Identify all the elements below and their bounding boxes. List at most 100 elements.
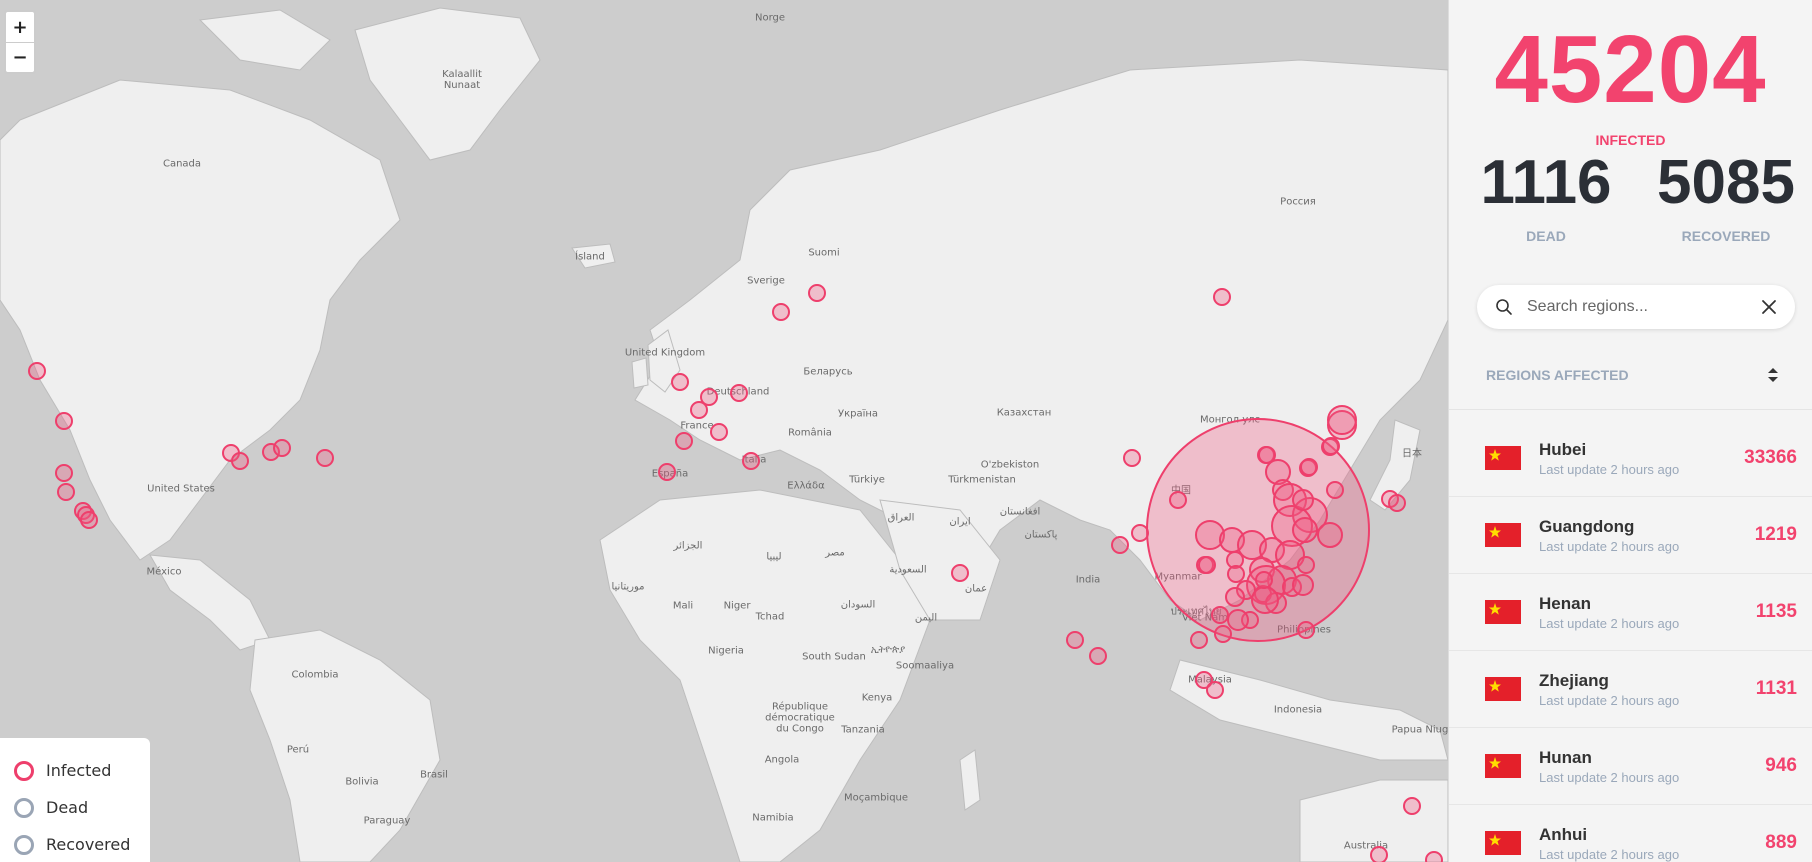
infection-marker[interactable] <box>808 284 826 302</box>
legend-item-infected[interactable]: Infected <box>14 752 136 789</box>
infection-marker[interactable] <box>231 452 249 470</box>
infection-marker[interactable] <box>273 439 291 457</box>
infection-marker[interactable] <box>1297 621 1315 639</box>
map-label-turkiye: Türkiye <box>849 474 885 486</box>
map-label-saudi: السعودية <box>889 564 927 576</box>
region-update-time: Last update 2 hours ago <box>1539 846 1680 862</box>
infection-marker[interactable] <box>730 384 748 402</box>
legend-item-dead[interactable]: Dead <box>14 789 136 826</box>
infection-marker[interactable] <box>1198 556 1216 574</box>
infection-marker[interactable] <box>742 452 760 470</box>
map-label-kalaallit: Kalaallit Nunaat <box>442 69 482 91</box>
infection-marker[interactable] <box>1327 405 1357 435</box>
map-label-colombia: Colombia <box>291 669 339 681</box>
list-item[interactable]: Hubei Last update 2 hours ago 33366 <box>1449 420 1812 497</box>
dead-label: DEAD <box>1526 228 1566 244</box>
infection-marker[interactable] <box>772 303 790 321</box>
region-name: Guangdong <box>1539 516 1635 536</box>
infection-marker[interactable] <box>57 483 75 501</box>
map-label-ethiopia: ኢትዮጵያ <box>870 644 906 656</box>
infection-marker[interactable] <box>710 423 728 441</box>
list-item[interactable]: Hunan Last update 2 hours ago 946 <box>1449 728 1812 805</box>
infection-marker[interactable] <box>1123 449 1141 467</box>
infection-marker[interactable] <box>1227 609 1249 631</box>
map-label-japan: 日本 <box>1402 448 1422 460</box>
infection-marker[interactable] <box>55 464 73 482</box>
infection-marker[interactable] <box>1211 606 1229 624</box>
infection-marker[interactable] <box>1292 574 1314 596</box>
infection-marker[interactable] <box>1251 586 1279 614</box>
infection-marker[interactable] <box>316 449 334 467</box>
infection-marker[interactable] <box>55 412 73 430</box>
infection-marker[interactable] <box>1213 288 1231 306</box>
infection-marker[interactable] <box>1258 446 1276 464</box>
map-label-oman: عمان <box>964 583 988 595</box>
infection-marker[interactable] <box>1131 524 1149 542</box>
infection-marker[interactable] <box>690 401 708 419</box>
infection-marker[interactable] <box>1300 458 1318 476</box>
infection-marker[interactable] <box>1089 647 1107 665</box>
infection-marker[interactable] <box>951 564 969 582</box>
map-label-peru: Perú <box>286 744 310 756</box>
list-item[interactable]: Zhejiang Last update 2 hours ago 1131 <box>1449 651 1812 728</box>
infection-marker[interactable] <box>1292 517 1318 543</box>
zoom-control: + − <box>4 10 36 74</box>
world-map[interactable]: Norge Kalaallit Nunaat Canada Ísland Sve… <box>0 0 1448 862</box>
map-label-angola: Angola <box>764 754 800 766</box>
recovered-circle-icon <box>14 834 34 855</box>
infection-marker[interactable] <box>1255 571 1273 589</box>
infection-marker[interactable] <box>1169 491 1187 509</box>
infection-marker[interactable] <box>1403 797 1421 815</box>
map-label-mocambique: Moçambique <box>843 792 909 804</box>
infection-marker[interactable] <box>1425 851 1443 862</box>
dead-stat: 1116 DEAD <box>1461 152 1631 245</box>
region-info: Guangdong Last update 2 hours ago <box>1539 517 1755 554</box>
infection-marker[interactable] <box>1326 481 1344 499</box>
map-label-usa: United States <box>147 483 215 495</box>
search-input[interactable] <box>1527 298 1761 316</box>
infection-marker[interactable] <box>1066 631 1084 649</box>
infection-marker[interactable] <box>1297 556 1315 574</box>
infection-marker[interactable] <box>28 362 46 380</box>
clear-search-icon[interactable] <box>1761 299 1777 315</box>
regions-header[interactable]: REGIONS AFFECTED <box>1449 340 1812 410</box>
region-count: 33366 <box>1744 447 1797 468</box>
map-label-kazakhstan: Казахстан <box>996 407 1052 419</box>
infection-marker[interactable] <box>1225 587 1245 607</box>
infection-marker[interactable] <box>1190 631 1208 649</box>
map-label-sverige: Sverige <box>747 275 785 287</box>
list-item[interactable]: Anhui Last update 2 hours ago 889 <box>1449 805 1812 862</box>
infection-marker[interactable] <box>658 463 676 481</box>
list-item[interactable]: Henan Last update 2 hours ago 1135 <box>1449 574 1812 651</box>
infection-marker[interactable] <box>671 373 689 391</box>
map-label-mexico: México <box>146 566 182 578</box>
infection-marker[interactable] <box>1322 437 1340 455</box>
china-flag-icon <box>1485 677 1521 701</box>
infection-marker[interactable] <box>675 432 693 450</box>
infection-marker[interactable] <box>1370 846 1388 862</box>
map-label-uzbekistan: O'zbekiston <box>980 459 1040 471</box>
list-item[interactable]: Guangdong Last update 2 hours ago 1219 <box>1449 497 1812 574</box>
infected-circle-icon <box>14 760 34 781</box>
region-info: Hunan Last update 2 hours ago <box>1539 748 1765 785</box>
map-label-belarus: Беларусь <box>803 366 853 378</box>
region-info: Hubei Last update 2 hours ago <box>1539 440 1744 477</box>
infection-marker[interactable] <box>80 511 98 529</box>
infection-marker[interactable] <box>1317 522 1343 548</box>
map-label-indonesia: Indonesia <box>1273 704 1323 716</box>
legend-item-recovered[interactable]: Recovered <box>14 826 136 862</box>
recovered-count: 5085 <box>1657 148 1795 217</box>
infection-marker[interactable] <box>1292 489 1314 511</box>
infection-marker[interactable] <box>1111 536 1129 554</box>
infection-marker[interactable] <box>1388 494 1406 512</box>
sort-icon[interactable] <box>1767 367 1779 383</box>
infection-marker[interactable] <box>1206 681 1224 699</box>
zoom-in-button[interactable]: + <box>6 12 34 42</box>
map-label-romania: România <box>788 427 832 439</box>
dead-circle-icon <box>14 797 34 818</box>
infected-count: 45204 <box>1494 16 1767 123</box>
region-search <box>1477 285 1795 329</box>
zoom-out-button[interactable]: − <box>6 42 34 72</box>
china-flag-icon <box>1485 831 1521 855</box>
region-update-time: Last update 2 hours ago <box>1539 615 1680 631</box>
